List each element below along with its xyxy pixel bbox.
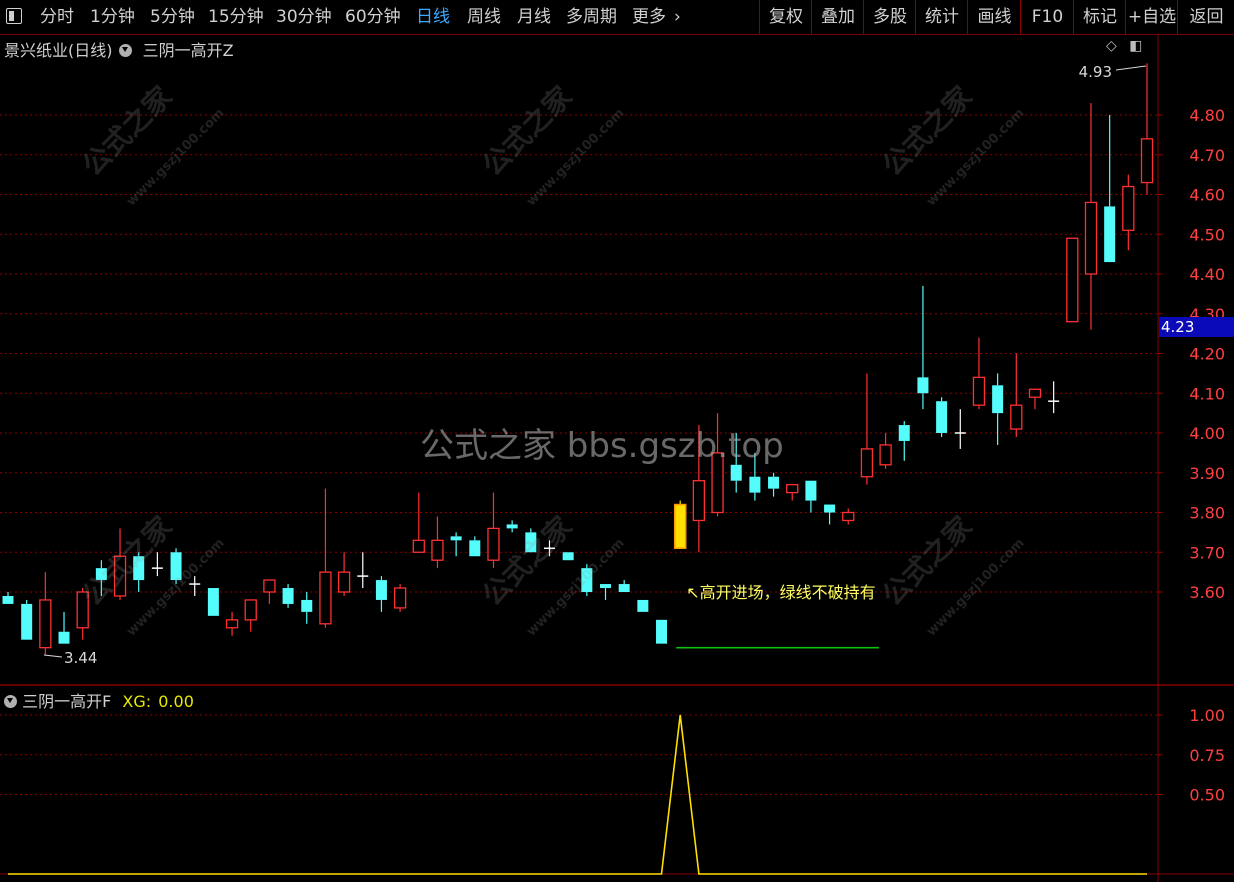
indicator-dropdown-circle-icon[interactable]: [4, 695, 17, 708]
price-tick-label: 4.70: [1189, 146, 1225, 165]
candle-body-up: [225, 619, 239, 629]
candle-body-down: [917, 377, 929, 394]
candle-body-up: [1122, 185, 1135, 231]
candle-body-up: [860, 448, 874, 478]
candle-body-down: [637, 599, 649, 612]
candle-body-down: [730, 464, 742, 481]
candle-body-up: [1066, 237, 1079, 323]
candle-body-down: [618, 584, 630, 592]
price-tick-label: 4.40: [1189, 265, 1225, 284]
main-panel-header: 景兴纸业(日线) 三阴一高开Z: [4, 37, 234, 61]
candle-body-down: [824, 504, 836, 513]
candle-body-down: [749, 476, 761, 493]
indicator-panel-header: 三阴一高开F XG: 0.00: [4, 688, 194, 712]
candle-body-down: [898, 425, 910, 441]
candle-body-down: [562, 552, 574, 561]
indicator-name[interactable]: 三阴一高开Z: [143, 41, 234, 60]
candle-body-up: [879, 444, 892, 466]
candle-body-down: [375, 580, 387, 600]
diamond-icon[interactable]: ◇: [1106, 38, 1117, 54]
candle-body-up: [487, 527, 500, 561]
panel-controls: ◇ ◧: [1106, 38, 1142, 54]
window-icon[interactable]: ◧: [1129, 38, 1142, 54]
high-marker-arrow: [1115, 65, 1147, 71]
price-tick-label: 3.80: [1189, 504, 1225, 523]
candle-body-up: [393, 587, 407, 609]
candle-body-down: [805, 480, 817, 501]
price-tick-label: 3.60: [1189, 583, 1225, 602]
candle-body-up: [692, 480, 706, 522]
candle-body-down: [656, 619, 668, 644]
low-price-marker: 3.44: [64, 649, 97, 667]
candle-body-up: [337, 571, 351, 593]
indicator-tick-label: 1.00: [1189, 706, 1225, 725]
stock-name[interactable]: 景兴纸业(日线): [4, 41, 113, 60]
candle-body-down: [936, 401, 948, 433]
candle-body-down: [301, 599, 313, 612]
signal-candle: [673, 503, 687, 550]
candle-body-up: [244, 599, 257, 621]
candle-body-up: [1084, 201, 1098, 275]
price-tick-label: 4.50: [1189, 225, 1225, 244]
indicator-tick-label: 0.50: [1189, 786, 1225, 805]
candle-body-up: [1010, 404, 1023, 430]
candle-body-down: [207, 588, 219, 616]
candle-body-down: [282, 588, 294, 604]
candle-body-down: [506, 524, 518, 529]
price-tick-label: 4.20: [1189, 345, 1225, 364]
price-tick-label: 4.10: [1189, 384, 1225, 403]
candle-body-up: [263, 579, 276, 593]
candle-body-down: [58, 631, 70, 644]
candle-body-up: [972, 376, 986, 406]
candle-body-up: [319, 571, 332, 625]
candle-body-up: [1140, 138, 1154, 184]
price-tick-label: 4.80: [1189, 106, 1225, 125]
candle-body-down: [469, 540, 481, 557]
candle-body-down: [2, 595, 14, 604]
candle-body-up: [842, 511, 855, 522]
price-tick-label: 3.70: [1189, 543, 1225, 562]
high-price-marker: 4.93: [1079, 63, 1112, 81]
dropdown-circle-icon[interactable]: [118, 44, 132, 57]
candle-body-down: [600, 584, 612, 589]
low-marker-arrow: [43, 654, 63, 658]
candle-body-down: [992, 385, 1004, 414]
center-watermark: 公式之家 bbs.gszb.top: [420, 426, 784, 466]
xg-value: 0.00: [158, 692, 194, 711]
price-tick-label: 4.60: [1189, 186, 1225, 205]
candle-body-down: [21, 603, 33, 640]
candle-body-down: [450, 536, 462, 541]
current-price-tag: 4.23: [1159, 317, 1234, 337]
candle-body-up: [786, 484, 799, 494]
annotation-text: ↖高开进场，绿线不破持有: [686, 583, 875, 602]
indicator-panel-name[interactable]: 三阴一高开F: [22, 692, 111, 711]
candle-body-up: [1028, 388, 1042, 398]
indicator-tick-label: 0.75: [1189, 746, 1225, 765]
candle-body-up: [431, 539, 444, 561]
xg-label: XG:: [122, 692, 152, 711]
price-tick-label: 3.90: [1189, 464, 1225, 483]
price-tick-label: 4.00: [1189, 424, 1225, 443]
candle-body-up: [412, 539, 425, 553]
candle-body-up: [39, 599, 52, 649]
candle-body-down: [768, 476, 780, 489]
candle-body-down: [1104, 206, 1116, 263]
